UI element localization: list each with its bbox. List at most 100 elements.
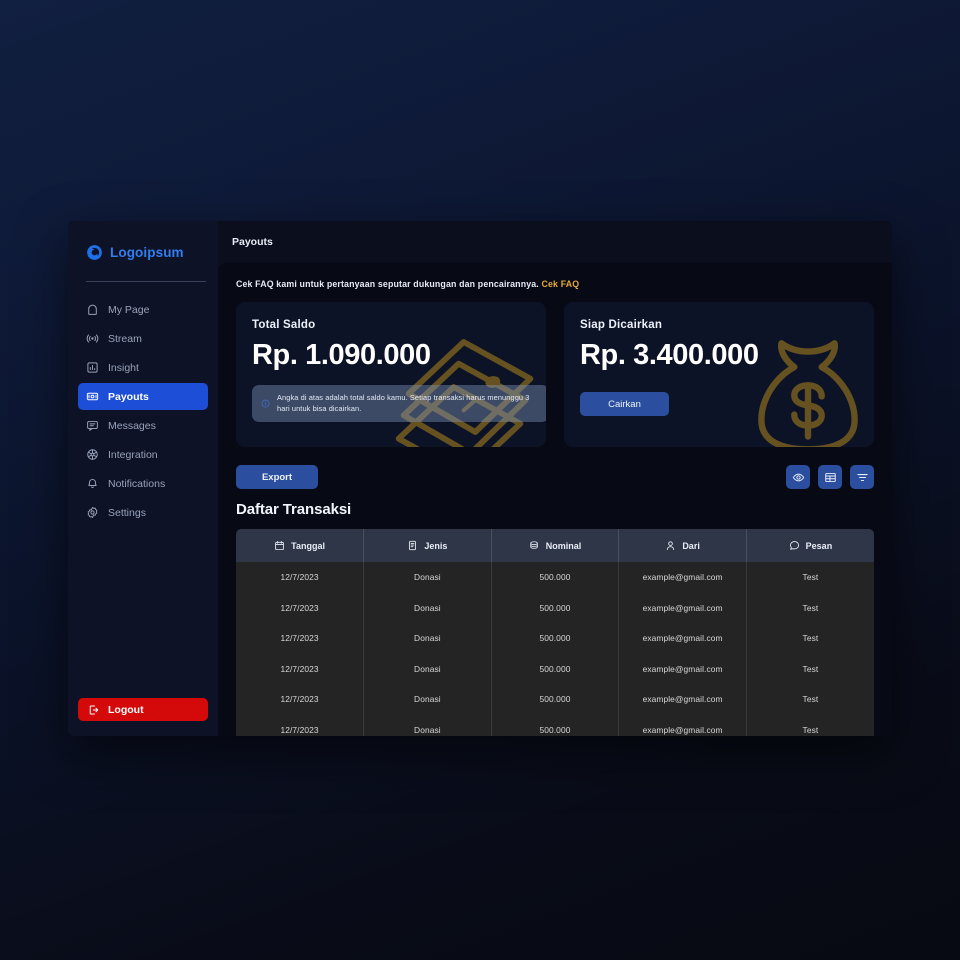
column-header-label: Tanggal [291,540,325,551]
sidebar-item-my-page[interactable]: My Page [78,296,208,323]
logo-mark-icon [87,244,102,260]
cell-tanggal: 12/7/2023 [236,592,365,623]
cell-tanggal: 12/7/2023 [236,684,365,715]
view-button[interactable] [786,465,810,489]
cell-nominal: 500.000 [491,623,620,654]
sidebar-item-stream[interactable]: Stream [78,325,208,352]
transactions-title: Daftar Transaksi [236,501,352,518]
integration-icon [87,449,98,460]
table-icon [824,472,836,482]
sidebar-item-label: My Page [108,303,150,316]
cell-dari: example@gmail.com [618,562,747,593]
card-total-saldo: Total Saldo Rp. 1.090.000 Angka di atas … [236,302,546,447]
transactions-table-wrapper: Tanggal Jenis Nominal Dari Pesan 12/7/20… [236,529,874,736]
sidebar-item-insight[interactable]: Insight [78,354,208,381]
content-area: Cek FAQ kami untuk pertanyaan seputar du… [218,263,892,736]
sidebar-nav: My Page Stream Insight Payouts Messages … [68,296,218,526]
banknotes-illustration [395,339,534,447]
cell-tanggal: 12/7/2023 [236,623,365,654]
cell-nominal: 500.000 [491,714,620,736]
column-header-tanggal[interactable]: Tanggal [236,529,365,562]
table-head: Tanggal Jenis Nominal Dari Pesan [236,529,874,562]
logout-icon [89,705,99,714]
card-title: Total Saldo [252,319,316,331]
sidebar-item-messages[interactable]: Messages [78,412,208,439]
table-row[interactable]: 12/7/2023 Donasi 500.000 example@gmail.com T… [236,623,874,654]
column-header-pesan[interactable]: Pesan [746,529,874,562]
faq-banner: Cek FAQ kami untuk pertanyaan seputar du… [236,279,874,289]
coins-icon [530,541,538,549]
filter-button[interactable] [850,465,874,489]
cell-tanggal: 12/7/2023 [236,714,365,736]
app-window: Logoipsum My Page Stream Insight Payouts… [68,221,892,736]
table-header-row: Tanggal Jenis Nominal Dari Pesan [236,529,874,562]
cell-tanggal: 12/7/2023 [236,562,365,593]
card-title: Siap Dicairkan [580,319,663,331]
cell-tanggal: 12/7/2023 [236,653,365,684]
logout-button[interactable]: Logout [78,698,208,721]
home-icon [88,304,97,315]
table-row[interactable]: 12/7/2023 Donasi 500.000 example@gmail.com T… [236,684,874,715]
sidebar-item-label: Payouts [108,390,149,403]
cell-nominal: 500.000 [491,592,620,623]
column-header-jenis[interactable]: Jenis [363,529,492,562]
eye-icon [792,473,804,481]
sidebar-item-notifications[interactable]: Notifications [78,470,208,497]
export-button[interactable]: Export [236,465,318,489]
sidebar-divider [86,281,206,282]
cell-dari: example@gmail.com [618,653,747,684]
faq-banner-text: Cek FAQ kami untuk pertanyaan seputar du… [236,279,539,289]
sidebar-item-settings[interactable]: Settings [78,499,208,526]
money-icon [86,392,99,401]
cell-pesan: Test [746,562,874,593]
column-header-dari[interactable]: Dari [618,529,747,562]
card-siap-dicairkan: Siap Dicairkan Rp. 3.400.000 Cairkan [564,302,874,447]
cell-pesan: Test [746,684,874,715]
brand[interactable]: Logoipsum [68,237,218,267]
topbar: Payouts [218,221,892,263]
table-row[interactable]: 12/7/2023 Donasi 500.000 example@gmail.com T… [236,653,874,684]
cell-nominal: 500.000 [491,562,620,593]
info-note: Angka di atas adalah total saldo kamu. S… [252,385,546,422]
cell-nominal: 500.000 [491,653,620,684]
columns-button[interactable] [818,465,842,489]
table-row[interactable]: 12/7/2023 Donasi 500.000 example@gmail.com T… [236,592,874,623]
filter-icon [856,473,868,481]
cell-pesan: Test [746,714,874,736]
card-amount: Rp. 1.090.000 [252,339,431,371]
cell-pesan: Test [746,653,874,684]
cell-dari: example@gmail.com [618,684,747,715]
calendar-icon [275,540,284,551]
gear-icon [87,507,98,518]
sidebar-item-payouts[interactable]: Payouts [78,383,208,410]
sidebar-item-label: Integration [108,448,158,461]
transactions-table: Tanggal Jenis Nominal Dari Pesan 12/7/20… [236,529,874,736]
card-amount: Rp. 3.400.000 [580,339,759,371]
sidebar-item-label: Stream [108,332,142,345]
sidebar-item-label: Settings [108,506,146,519]
broadcast-icon [86,334,99,343]
faq-link[interactable]: Cek FAQ [542,279,580,289]
sidebar-item-label: Insight [108,361,139,374]
cell-jenis: Donasi [363,653,492,684]
cell-dari: example@gmail.com [618,714,747,736]
brand-name: Logoipsum [110,244,184,260]
column-header-label: Pesan [805,540,833,551]
bar-chart-icon [87,362,98,373]
chat-icon [87,420,98,431]
sidebar-item-label: Messages [108,419,156,432]
page-title: Payouts [232,236,273,248]
cell-jenis: Donasi [363,592,492,623]
table-tool-buttons [786,465,874,489]
cell-jenis: Donasi [363,714,492,736]
table-row[interactable]: 12/7/2023 Donasi 500.000 example@gmail.com T… [236,562,874,593]
document-icon [409,540,417,551]
person-icon [667,541,675,551]
cairkan-button[interactable]: Cairkan [580,392,669,416]
column-header-label: Dari [682,540,700,551]
column-header-nominal[interactable]: Nominal [491,529,620,562]
table-row[interactable]: 12/7/2023 Donasi 500.000 example@gmail.com T… [236,714,874,736]
cell-dari: example@gmail.com [618,623,747,654]
sidebar-item-integration[interactable]: Integration [78,441,208,468]
cell-pesan: Test [746,592,874,623]
